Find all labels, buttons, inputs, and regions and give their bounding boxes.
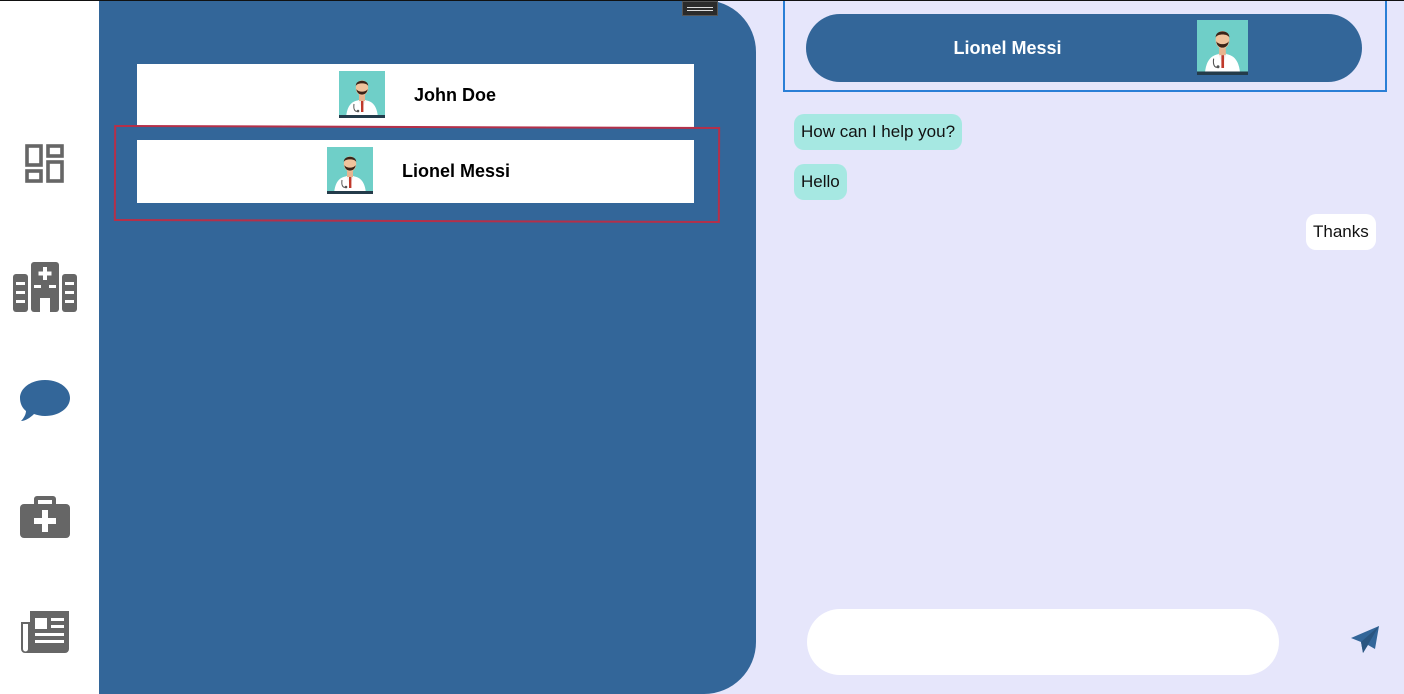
send-button[interactable] xyxy=(1343,620,1387,664)
message-bubble-outgoing: Thanks xyxy=(1306,214,1376,250)
doctor-avatar xyxy=(327,147,373,194)
dashboard-icon xyxy=(25,144,65,184)
chat-bubble-icon xyxy=(18,378,72,424)
nav-medical[interactable] xyxy=(6,484,84,548)
contact-name: Lionel Messi xyxy=(402,161,511,181)
doctor-avatar xyxy=(339,71,385,118)
side-nav xyxy=(0,0,99,694)
contact-card[interactable]: John Doe xyxy=(137,64,694,127)
hospital-icon xyxy=(13,260,77,312)
drag-handle[interactable] xyxy=(682,1,718,16)
nav-news[interactable] xyxy=(6,600,84,664)
message-bubble-incoming: Hello xyxy=(794,164,847,200)
medical-kit-icon xyxy=(19,492,71,540)
nav-dashboard[interactable] xyxy=(6,132,84,196)
contact-name: John Doe xyxy=(414,85,497,105)
message-input[interactable] xyxy=(807,609,1279,675)
message-bubble-incoming: How can I help you? xyxy=(794,114,963,150)
message-input-wrapper xyxy=(807,609,1279,675)
contact-card-selected[interactable]: Lionel Messi xyxy=(137,140,694,203)
contacts-panel: John Doe Lionel Messi xyxy=(99,0,756,694)
nav-chat[interactable] xyxy=(6,369,84,433)
chat-header: Lionel Messi xyxy=(806,14,1362,82)
window-top-border xyxy=(0,0,1404,1)
nav-hospitals[interactable] xyxy=(6,254,84,318)
newspaper-icon xyxy=(19,609,71,655)
doctor-avatar xyxy=(1197,20,1248,75)
send-plane-icon xyxy=(1350,625,1380,660)
chat-contact-name: Lionel Messi xyxy=(953,37,1062,58)
